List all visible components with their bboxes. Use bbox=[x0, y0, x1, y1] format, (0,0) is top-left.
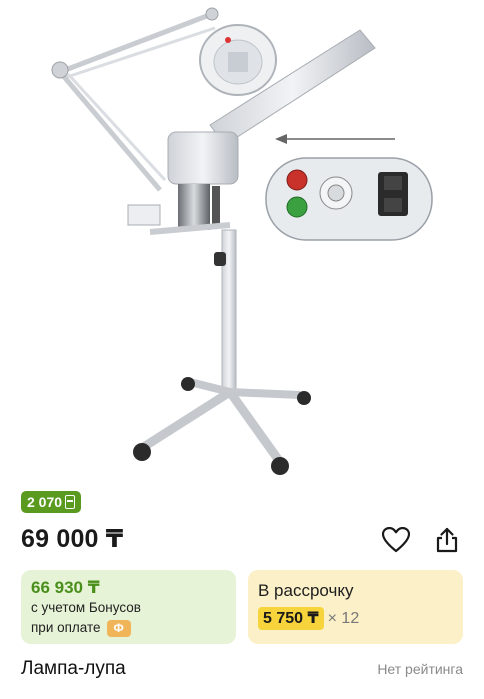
payment-method-icon: Ф bbox=[106, 619, 131, 637]
bonus-amount: 2 070 bbox=[27, 494, 63, 510]
bonus-icon bbox=[65, 495, 76, 509]
installment-title: В рассрочку bbox=[258, 581, 354, 600]
product-image[interactable] bbox=[0, 0, 484, 488]
product-price: 69 000 ₸ bbox=[21, 525, 124, 553]
bonus-caption: с учетом Бонусов bbox=[31, 600, 141, 615]
installment-card[interactable]: В рассрочку 5 750 ₸ × 12 bbox=[248, 570, 463, 644]
heart-icon bbox=[382, 527, 410, 553]
payment-line: при оплате Ф bbox=[31, 618, 226, 638]
installment-multiplier: × 12 bbox=[327, 609, 360, 627]
installment-row: 5 750 ₸ × 12 bbox=[258, 607, 453, 630]
product-title[interactable]: Лампа-лупа bbox=[21, 658, 126, 680]
installment-amount: 5 750 ₸ bbox=[258, 607, 324, 630]
favorite-button[interactable] bbox=[380, 524, 412, 556]
bonus-price: 66 930 ₸ bbox=[31, 578, 100, 597]
share-button[interactable] bbox=[431, 524, 463, 556]
product-rating[interactable]: Нет рейтинга bbox=[377, 661, 463, 677]
bonus-price-card[interactable]: 66 930 ₸ с учетом Бонусов при оплате Ф bbox=[21, 570, 236, 644]
bonus-badge: 2 070 bbox=[21, 491, 82, 513]
share-icon bbox=[436, 527, 458, 553]
product-photo bbox=[51, 7, 433, 475]
payment-caption: при оплате bbox=[31, 620, 101, 635]
